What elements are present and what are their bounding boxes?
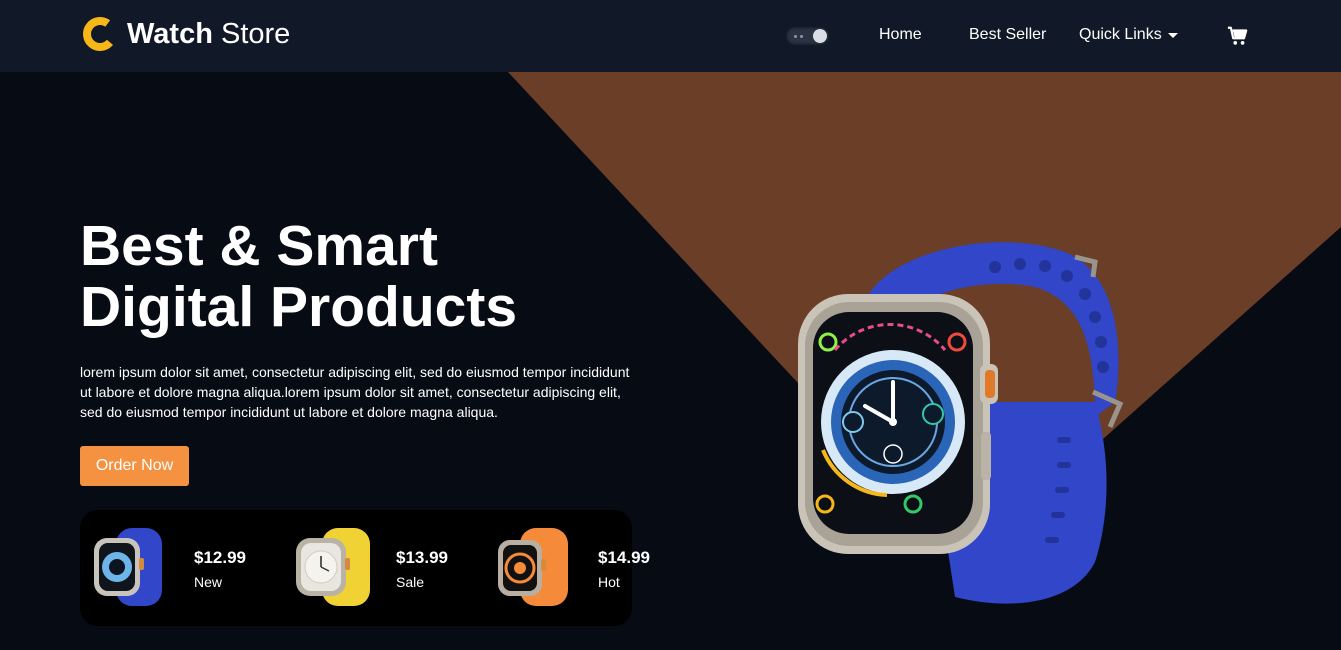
nav-quick-links-label: Quick Links bbox=[1079, 26, 1162, 43]
product-price: $14.99 bbox=[598, 548, 650, 567]
blue-watch-thumbnail bbox=[94, 528, 162, 606]
order-now-button[interactable]: Order Now bbox=[80, 446, 189, 486]
hero-title: Best & Smart Digital Products bbox=[80, 216, 700, 338]
toggle-dot bbox=[794, 35, 797, 38]
nav-best-seller-link[interactable]: Best Seller bbox=[969, 25, 1046, 45]
product-card[interactable]: $13.99 Sale bbox=[292, 524, 472, 614]
product-tag: Hot bbox=[598, 574, 620, 590]
nav-home-link[interactable]: Home bbox=[879, 25, 922, 45]
caret-down-icon bbox=[1167, 32, 1178, 38]
product-price: $12.99 bbox=[194, 548, 246, 567]
product-strip: $12.99 New $13.99 Sale $14.99 Hot bbox=[80, 510, 650, 626]
product-card[interactable]: $14.99 Hot bbox=[494, 524, 674, 614]
navbar: Watch Store Home Best Seller Quick Links bbox=[0, 0, 1341, 72]
nav-quick-links-dropdown[interactable]: Quick Links bbox=[1079, 25, 1178, 45]
product-card[interactable]: $12.99 New bbox=[90, 524, 270, 614]
hero-description: lorem ipsum dolor sit amet, consectetur … bbox=[80, 364, 630, 420]
hero-title-line1: Best & Smart bbox=[80, 214, 438, 278]
logo[interactable]: Watch Store bbox=[82, 16, 290, 52]
cart-icon[interactable] bbox=[1227, 25, 1249, 47]
brand-logo-icon bbox=[83, 17, 117, 51]
yellow-watch-thumbnail bbox=[296, 528, 370, 606]
theme-toggle[interactable] bbox=[786, 27, 829, 45]
hero-title-line2: Digital Products bbox=[80, 275, 518, 339]
brand-name: Watch Store bbox=[127, 18, 291, 50]
orange-watch-thumbnail bbox=[498, 528, 568, 606]
product-tag: New bbox=[194, 574, 223, 590]
hero-watch-image bbox=[798, 242, 1124, 604]
product-tag: Sale bbox=[396, 574, 425, 590]
toggle-knob bbox=[813, 29, 827, 43]
product-price: $13.99 bbox=[396, 548, 448, 567]
toggle-dot bbox=[800, 35, 803, 38]
